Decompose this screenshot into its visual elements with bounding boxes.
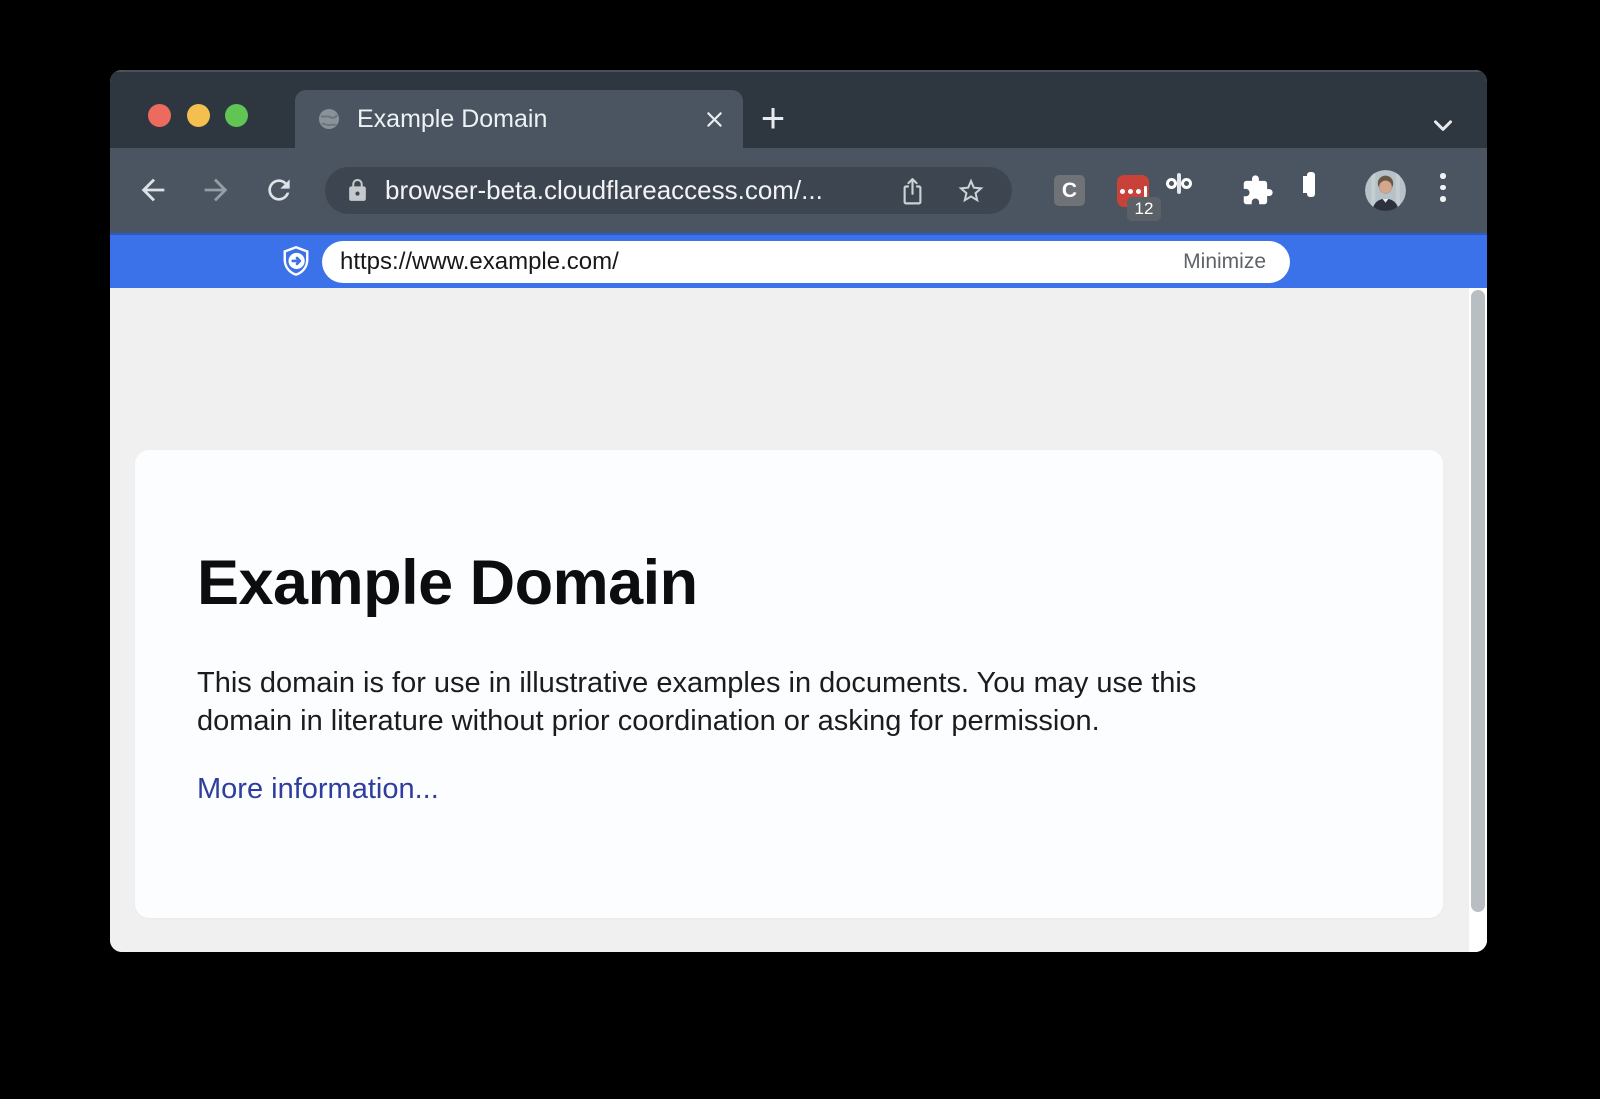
minimize-button[interactable]: Minimize [1183, 250, 1266, 274]
minimize-window-button[interactable] [187, 104, 210, 127]
side-panel-icon[interactable] [1307, 172, 1315, 197]
browser-window: Example Domain + [110, 70, 1487, 952]
address-bar-url: browser-beta.cloudflareaccess.com/... [385, 175, 899, 206]
browser-toolbar: browser-beta.cloudflareaccess.com/... C … [110, 148, 1487, 233]
tab-title: Example Domain [357, 105, 704, 134]
scrollbar-thumb[interactable] [1471, 290, 1485, 912]
page-title: Example Domain [197, 547, 698, 619]
reload-icon[interactable] [259, 170, 299, 210]
tab-strip: Example Domain + [110, 70, 1487, 148]
password-manager-badge: 12 [1127, 197, 1161, 221]
extensions-puzzle-icon[interactable] [1241, 174, 1274, 207]
page-body: This domain is for use in illustrative e… [197, 664, 1357, 740]
isolation-shield-icon [278, 244, 314, 280]
close-window-button[interactable] [148, 104, 171, 127]
kebab-menu-icon[interactable] [1440, 173, 1446, 202]
chevron-down-icon[interactable] [1428, 110, 1458, 140]
camera-extension-icon[interactable] [1177, 173, 1181, 194]
bookmark-star-icon[interactable] [956, 176, 986, 206]
isolation-url-bar[interactable]: https://www.example.com/ Minimize [322, 241, 1290, 283]
new-tab-button[interactable]: + [755, 102, 791, 138]
lock-icon[interactable] [345, 178, 370, 203]
example-domain-card: Example Domain This domain is for use in… [135, 450, 1443, 918]
isolation-url: https://www.example.com/ [340, 248, 1183, 276]
page-viewport: Example Domain This domain is for use in… [110, 288, 1487, 952]
address-bar[interactable]: browser-beta.cloudflareaccess.com/... [325, 167, 1012, 214]
extension-c-icon[interactable]: C [1054, 175, 1085, 206]
profile-avatar[interactable] [1365, 170, 1406, 211]
tab-example-domain[interactable]: Example Domain [295, 90, 743, 148]
back-icon[interactable] [133, 170, 173, 210]
globe-favicon-icon [317, 107, 341, 131]
tab-close-icon[interactable] [704, 109, 725, 130]
more-information-link[interactable]: More information... [197, 773, 439, 806]
forward-icon[interactable] [196, 170, 236, 210]
share-icon[interactable] [899, 176, 926, 206]
zoom-window-button[interactable] [225, 104, 248, 127]
page-body-line1: This domain is for use in illustrative e… [197, 667, 1196, 699]
isolation-bar: https://www.example.com/ Minimize [110, 233, 1487, 288]
page-body-line2: domain in literature without prior coord… [197, 705, 1100, 737]
